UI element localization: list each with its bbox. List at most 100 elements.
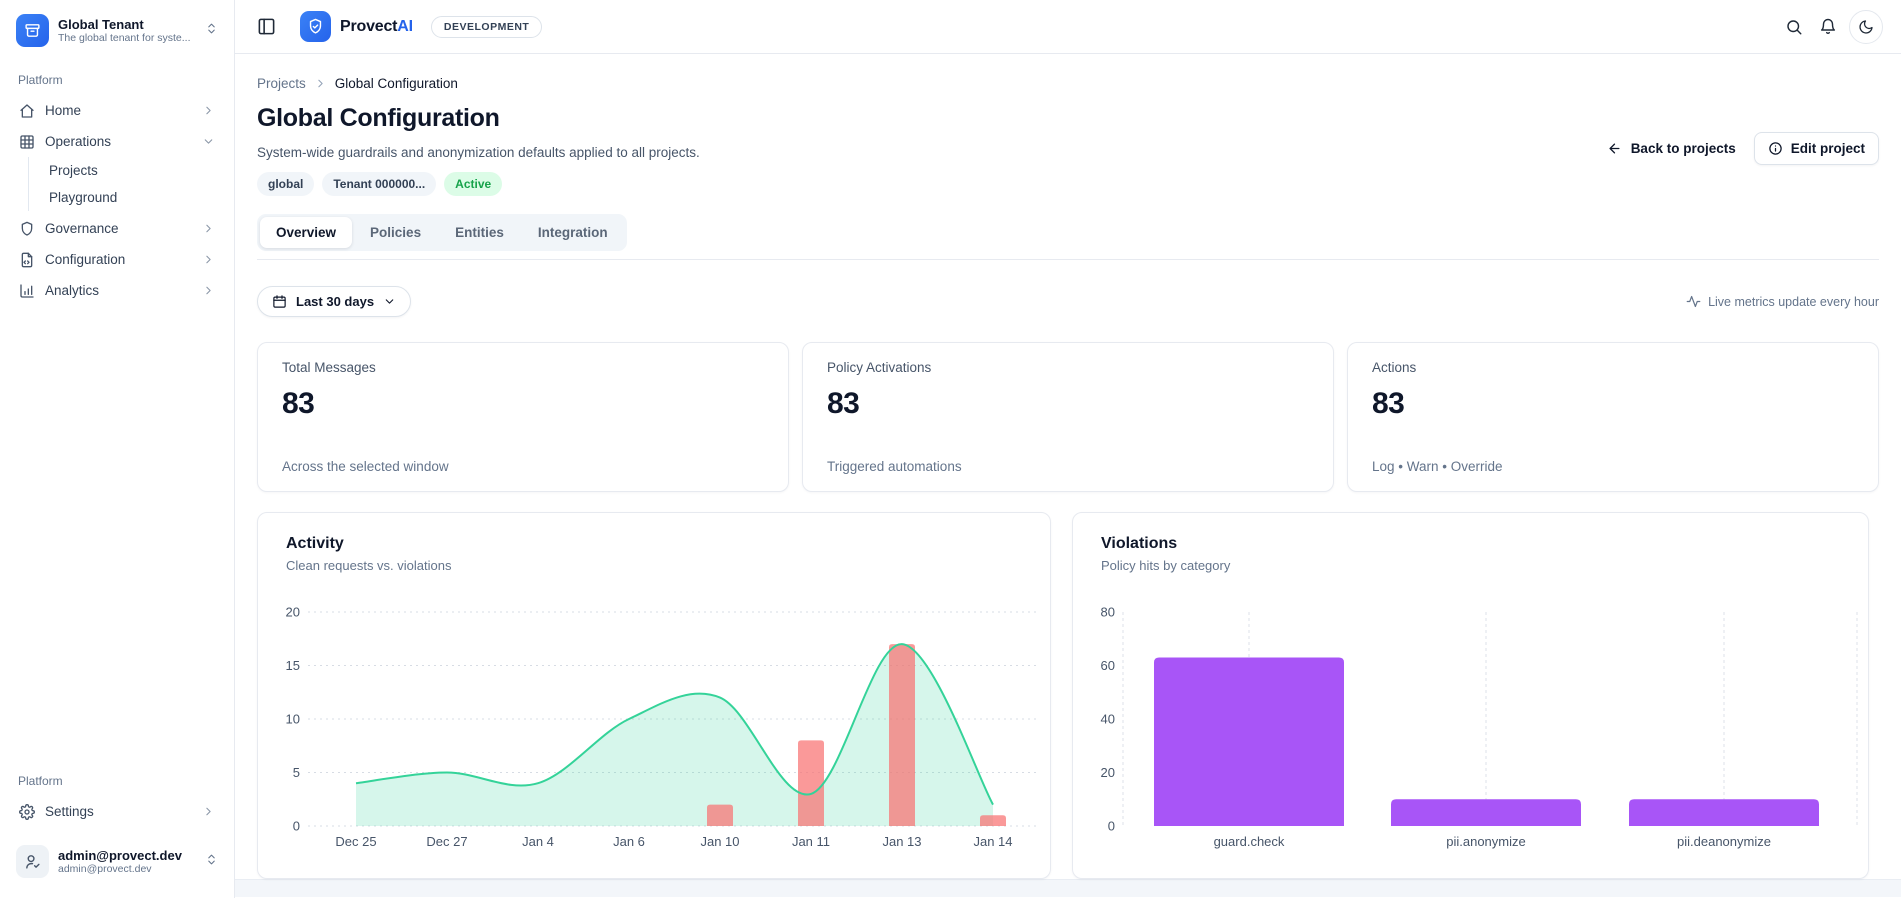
svg-text:20: 20 xyxy=(1101,765,1115,780)
topbar-actions xyxy=(1781,9,1883,44)
brand[interactable]: ProvectAI xyxy=(300,11,413,42)
sidebar-nav: Home Operations Projects Playground Gove… xyxy=(12,95,222,306)
chevron-right-icon xyxy=(202,104,215,117)
environment-badge: DEVELOPMENT xyxy=(430,15,543,38)
bar-chart-icon xyxy=(19,283,35,299)
shield-icon xyxy=(19,221,35,237)
sidebar-item-playground[interactable]: Playground xyxy=(41,184,222,211)
chart-title: Violations xyxy=(1101,535,1178,552)
shield-check-icon xyxy=(309,18,322,34)
arrow-left-icon xyxy=(1609,143,1620,154)
tab-bar: Overview Policies Entities Integration xyxy=(257,214,627,251)
stat-cards: Total Messages 83 Across the selected wi… xyxy=(257,342,1879,492)
chevrons-up-down-icon xyxy=(205,22,218,40)
date-range-button[interactable]: Last 30 days xyxy=(257,286,412,317)
sidebar-item-label: Governance xyxy=(45,221,119,236)
chevrons-up-down-icon xyxy=(205,853,218,871)
archive-icon xyxy=(25,24,40,37)
notifications-button[interactable] xyxy=(1815,14,1841,40)
svg-text:Jan 11: Jan 11 xyxy=(792,834,830,849)
file-code-icon xyxy=(19,252,35,268)
breadcrumb-current: Global Configuration xyxy=(334,76,458,91)
home-icon xyxy=(19,103,35,119)
stat-card-total-messages: Total Messages 83 Across the selected wi… xyxy=(257,342,789,492)
stat-note: Log • Warn • Override xyxy=(1372,459,1503,474)
tab-entities[interactable]: Entities xyxy=(439,217,520,248)
svg-text:Jan 4: Jan 4 xyxy=(522,834,554,849)
sidebar-item-home[interactable]: Home xyxy=(12,95,222,126)
tenant-description: The global tenant for syste... xyxy=(58,31,191,44)
svg-text:pii.anonymize: pii.anonymize xyxy=(1446,834,1526,849)
chart-subtitle: Policy hits by category xyxy=(1101,558,1231,573)
activity-chart-card: Activity Clean requests vs. violations 0… xyxy=(257,512,1051,879)
tenant-icon xyxy=(16,14,49,47)
sidebar-item-label: Analytics xyxy=(45,283,100,298)
tab-policies[interactable]: Policies xyxy=(354,217,437,248)
sidebar-item-analytics[interactable]: Analytics xyxy=(12,275,222,306)
tenant-switcher[interactable]: Global Tenant The global tenant for syst… xyxy=(12,10,222,51)
sidebar-section-label: Platform xyxy=(18,774,63,788)
stat-note: Triggered automations xyxy=(827,459,962,474)
stat-title: Actions xyxy=(1372,360,1417,375)
sidebar-item-settings[interactable]: Settings xyxy=(12,796,222,827)
stat-card-policy-activations: Policy Activations 83 Triggered automati… xyxy=(802,342,1334,492)
svg-text:Dec 27: Dec 27 xyxy=(426,834,467,849)
theme-toggle-button[interactable] xyxy=(1849,9,1883,44)
svg-text:80: 80 xyxy=(1101,605,1115,620)
sidebar-item-operations[interactable]: Operations xyxy=(12,126,222,157)
sidebar-item-label: Configuration xyxy=(45,252,126,267)
chevron-right-icon xyxy=(202,284,215,297)
user-name: admin@provect.dev xyxy=(58,847,182,863)
stat-title: Policy Activations xyxy=(827,360,932,375)
badge-row: global Tenant 000000... Active xyxy=(257,172,1879,196)
svg-text:40: 40 xyxy=(1101,712,1115,727)
sidebar-item-configuration[interactable]: Configuration xyxy=(12,244,222,275)
moon-icon xyxy=(1859,19,1873,34)
sidebar: Global Tenant The global tenant for syst… xyxy=(0,0,235,898)
operations-sub-list: Projects Playground xyxy=(28,157,222,211)
section-divider xyxy=(257,259,1879,260)
svg-text:Jan 6: Jan 6 xyxy=(613,834,645,849)
svg-text:pii.deanonymize: pii.deanonymize xyxy=(1677,834,1771,849)
tenant-name: Global Tenant xyxy=(58,16,144,32)
tab-overview[interactable]: Overview xyxy=(260,217,353,248)
live-metrics-note: Live metrics update every hour xyxy=(1686,294,1879,309)
header-actions: Back to projects Edit project xyxy=(1597,132,1879,165)
svg-text:0: 0 xyxy=(293,819,300,834)
stat-card-actions: Actions 83 Log • Warn • Override xyxy=(1347,342,1879,492)
chevron-right-icon xyxy=(202,253,215,266)
svg-text:5: 5 xyxy=(293,765,300,780)
avatar xyxy=(16,845,49,878)
search-button[interactable] xyxy=(1781,14,1807,40)
chevron-right-icon xyxy=(202,222,215,235)
breadcrumb-projects[interactable]: Projects xyxy=(257,76,306,91)
app-root: Global Tenant The global tenant for syst… xyxy=(0,0,1901,898)
topbar: ProvectAI DEVELOPMENT xyxy=(235,0,1901,54)
bell-icon xyxy=(1820,18,1836,34)
svg-text:Dec 25: Dec 25 xyxy=(335,834,376,849)
sidebar-item-label: Settings xyxy=(45,804,94,819)
sidebar-item-projects[interactable]: Projects xyxy=(41,157,222,184)
stat-note: Across the selected window xyxy=(282,459,449,474)
metrics-toolbar: Last 30 days Live metrics update every h… xyxy=(257,286,1879,317)
user-menu[interactable]: admin@provect.dev admin@provect.dev xyxy=(12,839,222,884)
svg-text:Jan 10: Jan 10 xyxy=(700,834,739,849)
activity-pulse-icon xyxy=(1686,295,1701,308)
next-section-edge xyxy=(235,879,1901,897)
grid-icon xyxy=(19,134,35,150)
sidebar-footer: Platform Settings admin@provect.dev admi… xyxy=(12,752,222,884)
svg-text:0: 0 xyxy=(1108,819,1115,834)
back-to-projects-button[interactable]: Back to projects xyxy=(1597,134,1746,163)
user-email: admin@provect.dev xyxy=(58,862,152,875)
svg-text:Jan 13: Jan 13 xyxy=(882,834,921,849)
chart-title: Activity xyxy=(286,535,344,552)
sidebar-toggle-button[interactable] xyxy=(253,13,280,40)
brand-name: ProvectAI xyxy=(340,17,413,35)
search-icon xyxy=(1787,19,1802,34)
violations-chart-card: Violations Policy hits by category 0 20 40… xyxy=(1072,512,1869,879)
stat-value: 83 xyxy=(827,387,860,420)
edit-project-button[interactable]: Edit project xyxy=(1753,132,1879,165)
svg-text:20: 20 xyxy=(286,605,300,620)
sidebar-item-governance[interactable]: Governance xyxy=(12,213,222,244)
tab-integration[interactable]: Integration xyxy=(522,217,624,248)
